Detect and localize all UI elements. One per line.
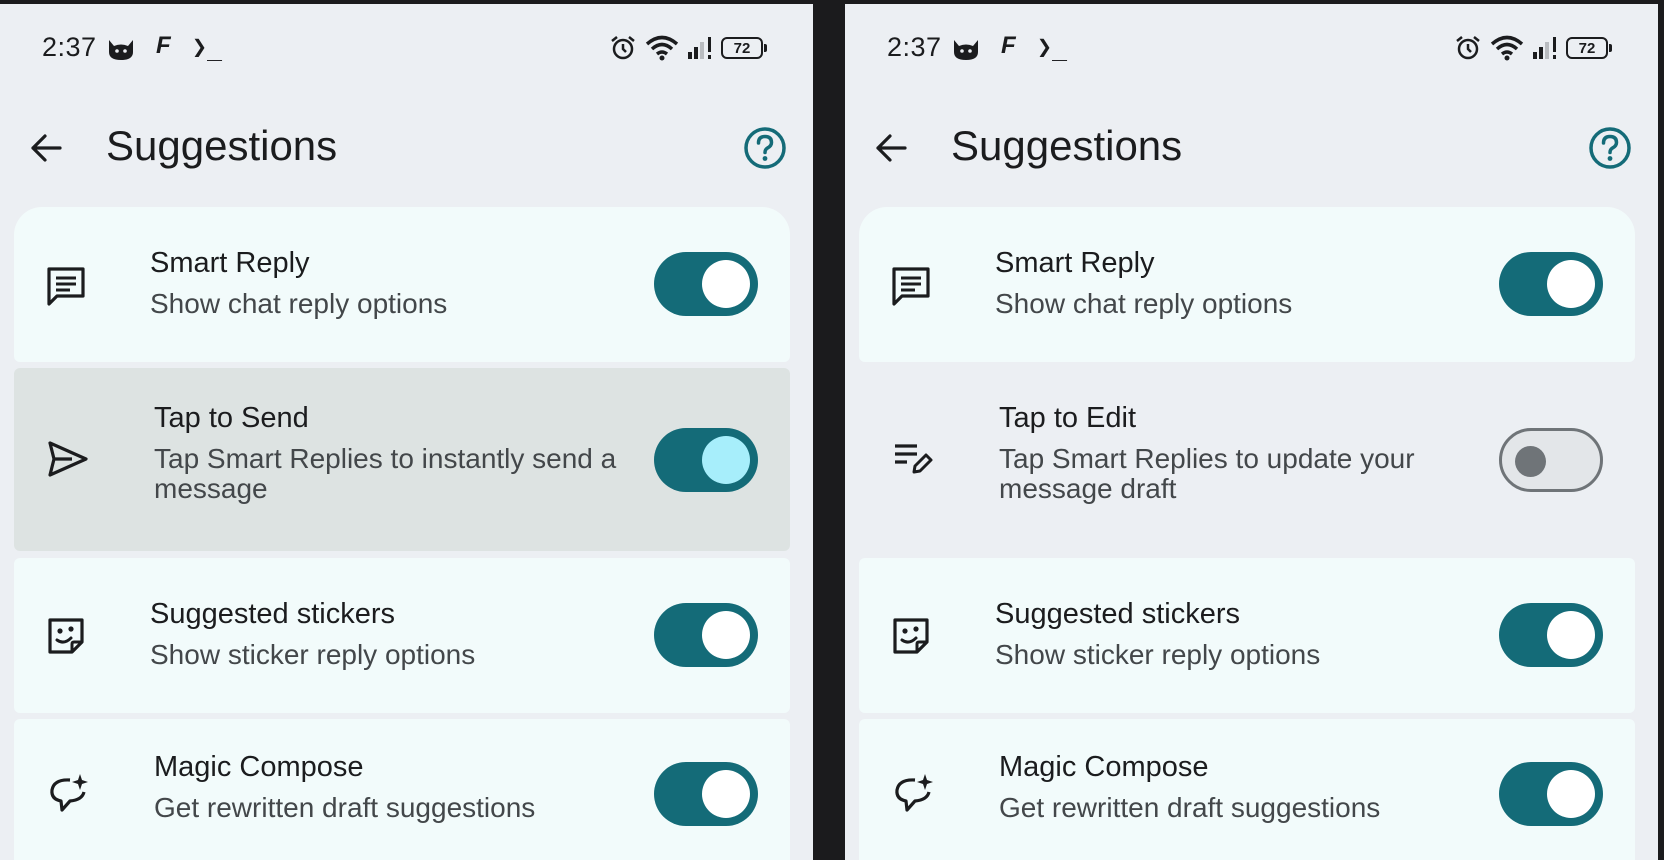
message-lines-icon — [892, 267, 930, 306]
setting-magic-compose[interactable]: Magic Compose Get rewritten draft sugges… — [859, 719, 1635, 860]
suggested-stickers-toggle[interactable] — [654, 603, 758, 667]
back-button[interactable] — [869, 126, 913, 170]
message-lines-icon — [47, 267, 85, 306]
sticker-icon — [893, 618, 929, 654]
setting-title: Tap to Edit — [999, 402, 1137, 434]
battery-icon: 72 — [1566, 37, 1612, 59]
setting-subtitle: Show sticker reply options — [995, 639, 1321, 670]
setting-tap-to-send[interactable]: Tap to Send Tap Smart Replies to instant… — [14, 368, 790, 551]
setting-title: Magic Compose — [154, 751, 364, 783]
cat-notification-icon — [951, 38, 981, 67]
page-title: Suggestions — [106, 122, 338, 169]
alarm-icon — [611, 36, 635, 60]
setting-title: Tap to Send — [154, 402, 309, 434]
magic-compose-toggle[interactable] — [1499, 762, 1603, 826]
send-icon — [48, 441, 88, 477]
app-bar: Suggestions — [0, 114, 813, 184]
back-button[interactable] — [24, 126, 68, 170]
status-time: 2:37 — [42, 32, 97, 62]
app-bar: Suggestions — [845, 114, 1658, 184]
setting-title: Suggested stickers — [150, 598, 396, 630]
f-notification-icon: F — [1001, 32, 1016, 59]
setting-subtitle: Tap Smart Replies to instantly send a me… — [154, 443, 617, 504]
terminal-notification-icon: ❯_ — [192, 32, 223, 61]
smart-reply-toggle[interactable] — [654, 252, 758, 316]
setting-subtitle: Tap Smart Replies to update your message… — [999, 443, 1415, 504]
arrow-back-icon — [31, 134, 62, 162]
help-icon — [744, 127, 786, 169]
tap-to-edit-toggle[interactable] — [1499, 428, 1603, 492]
smart-reply-toggle[interactable] — [1499, 252, 1603, 316]
setting-smart-reply[interactable]: Smart Reply Show chat reply options — [859, 207, 1635, 362]
wifi-icon — [645, 35, 679, 61]
edit-list-icon — [895, 444, 933, 474]
suggested-stickers-toggle[interactable] — [1499, 603, 1603, 667]
setting-magic-compose[interactable]: Magic Compose Get rewritten draft sugges… — [14, 719, 790, 860]
setting-suggested-stickers[interactable]: Suggested stickers Show sticker reply op… — [859, 558, 1635, 713]
arrow-back-icon — [876, 134, 907, 162]
setting-title: Smart Reply — [995, 247, 1155, 279]
cell-signal-icon — [688, 37, 711, 59]
setting-suggested-stickers[interactable]: Suggested stickers Show sticker reply op… — [14, 558, 790, 713]
setting-subtitle: Get rewritten draft suggestions — [999, 792, 1381, 823]
setting-subtitle: Show chat reply options — [150, 288, 448, 319]
status-time: 2:37 — [887, 32, 942, 62]
magic-compose-toggle[interactable] — [654, 762, 758, 826]
battery-icon: 72 — [721, 37, 767, 59]
tap-to-send-toggle[interactable] — [654, 428, 758, 492]
help-icon — [1589, 127, 1631, 169]
help-button[interactable] — [741, 124, 789, 172]
alarm-icon — [1456, 36, 1480, 60]
magic-compose-icon — [50, 774, 88, 812]
setting-subtitle: Show chat reply options — [995, 288, 1293, 319]
setting-subtitle: Show sticker reply options — [150, 639, 476, 670]
setting-subtitle: Get rewritten draft suggestions — [154, 792, 536, 823]
wifi-icon — [1490, 35, 1524, 61]
help-button[interactable] — [1586, 124, 1634, 172]
setting-tap-to-edit[interactable]: Tap to Edit Tap Smart Replies to update … — [859, 368, 1635, 551]
status-bar: 2:37 F ❯_ 72 — [0, 32, 813, 68]
cell-signal-icon — [1533, 37, 1556, 59]
setting-title: Smart Reply — [150, 247, 310, 279]
phone-screen-tap-to-send: 2:37 F ❯_ 72 Suggestions Smart Reply Sho… — [0, 4, 813, 860]
status-bar: 2:37 F ❯_ 72 — [845, 32, 1658, 68]
magic-compose-icon — [895, 774, 933, 812]
setting-title: Magic Compose — [999, 751, 1209, 783]
cat-notification-icon — [106, 38, 136, 67]
f-notification-icon: F — [156, 32, 171, 59]
phone-screen-tap-to-edit: 2:37 F ❯_ 72 Suggestions Smart Reply Sho… — [845, 4, 1658, 860]
sticker-icon — [48, 618, 84, 654]
setting-smart-reply[interactable]: Smart Reply Show chat reply options — [14, 207, 790, 362]
page-title: Suggestions — [951, 122, 1183, 169]
terminal-notification-icon: ❯_ — [1037, 32, 1068, 61]
setting-title: Suggested stickers — [995, 598, 1241, 630]
